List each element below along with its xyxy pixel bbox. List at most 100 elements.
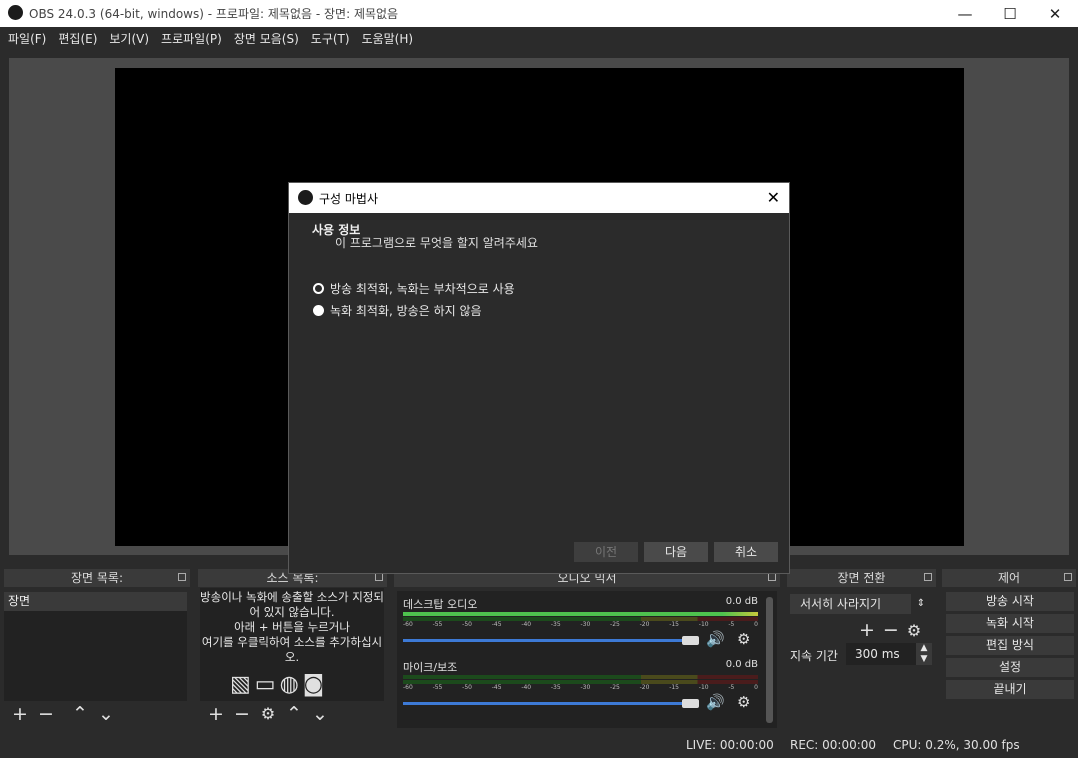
- dialog-subheading: 이 프로그램으로 무엇을 할지 알려주세요: [335, 236, 538, 250]
- sources-empty-hint: 방송이나 녹화에 송출할 소스가 지정되어 있지 않습니다. 아래 + 버튼을 …: [200, 590, 384, 664]
- image-icon: ▧: [230, 672, 251, 697]
- menu-file[interactable]: 파일(F): [2, 30, 52, 47]
- scenes-toolbar: + − ⌃ ⌄: [4, 701, 187, 727]
- speaker-icon[interactable]: 🔊: [706, 693, 725, 711]
- cancel-button[interactable]: 취소: [714, 542, 778, 562]
- float-dock-icon[interactable]: [924, 573, 932, 581]
- float-dock-icon[interactable]: [178, 573, 186, 581]
- move-up-button[interactable]: ⌃: [70, 704, 90, 724]
- scale-tick-label: -30: [580, 621, 591, 628]
- obs-logo-icon: [8, 5, 23, 20]
- radio-button[interactable]: [313, 283, 324, 294]
- meter-scale: -60 -55 -50 -45 -40 -35 -30 -25 -20 -15 -10 -5 0: [403, 621, 758, 628]
- add-transition-button[interactable]: +: [859, 619, 875, 643]
- duration-label: 지속 기간: [790, 649, 838, 663]
- duration-spinbox[interactable]: 300 ms ▲ ▼: [846, 643, 932, 665]
- scale-tick-label: -35: [550, 621, 561, 628]
- remove-source-button[interactable]: −: [232, 704, 252, 724]
- dialog-titlebar: 구성 마법사 ✕: [289, 183, 789, 213]
- option-streaming[interactable]: 방송 최적화, 녹화는 부차적으로 사용: [313, 280, 515, 297]
- option-label: 녹화 최적화, 방송은 하지 않음: [330, 304, 482, 318]
- float-dock-icon[interactable]: [1064, 573, 1072, 581]
- scale-tick-label: -5: [728, 621, 735, 628]
- volume-slider-knob[interactable]: [682, 636, 699, 645]
- add-scene-button[interactable]: +: [10, 704, 30, 724]
- menu-tools[interactable]: 도구(T): [305, 30, 356, 47]
- exit-button[interactable]: 끝내기: [946, 680, 1074, 699]
- scale-tick-label: -55: [432, 684, 443, 691]
- remove-transition-button[interactable]: −: [883, 619, 899, 643]
- obs-logo-icon: [298, 190, 313, 205]
- volume-slider[interactable]: [403, 639, 696, 642]
- source-properties-gear-icon[interactable]: ⚙: [258, 704, 278, 724]
- scenes-dock-title: 장면 목록:: [4, 569, 190, 587]
- menu-scene-collection[interactable]: 장면 모음(S): [228, 30, 305, 47]
- minimize-button[interactable]: —: [942, 0, 988, 27]
- chevron-updown-icon[interactable]: ⇕: [911, 594, 931, 614]
- scale-tick-label: -20: [639, 621, 650, 628]
- settings-button[interactable]: 설정: [946, 658, 1074, 677]
- list-item[interactable]: 장면: [4, 592, 187, 611]
- move-up-button[interactable]: ⌃: [284, 704, 304, 724]
- track-name: 데스크탑 오디오: [403, 598, 478, 611]
- scale-tick-label: -50: [462, 621, 472, 628]
- scale-tick-label: -60: [403, 621, 413, 628]
- move-down-button[interactable]: ⌄: [96, 704, 116, 724]
- remove-scene-button[interactable]: −: [36, 704, 56, 724]
- scale-tick-label: -45: [491, 621, 502, 628]
- transition-selected: 서서히 사라지기: [800, 597, 882, 611]
- gear-icon[interactable]: ⚙: [737, 630, 750, 648]
- controls-dock-label: 제어: [997, 571, 1021, 585]
- option-recording[interactable]: 녹화 최적화, 방송은 하지 않음: [313, 302, 482, 319]
- transition-properties-gear-icon[interactable]: ⚙: [907, 619, 921, 643]
- scale-tick-label: -45: [491, 684, 502, 691]
- start-recording-button[interactable]: 녹화 시작: [946, 614, 1074, 633]
- move-down-button[interactable]: ⌄: [310, 704, 330, 724]
- window-title: OBS 24.0.3 (64-bit, windows) - 프로파일: 제목없…: [29, 7, 399, 21]
- add-source-button[interactable]: +: [206, 704, 226, 724]
- duration-value: 300 ms: [855, 647, 900, 661]
- scale-tick-label: 0: [754, 684, 758, 691]
- sources-list[interactable]: 방송이나 녹화에 송출할 소스가 지정되어 있지 않습니다. 아래 + 버튼을 …: [200, 588, 384, 701]
- camera-icon: ◙: [302, 672, 325, 697]
- studio-mode-button[interactable]: 편집 방식: [946, 636, 1074, 655]
- scale-tick-label: -10: [698, 684, 709, 691]
- spinbox-arrows-icon[interactable]: ▲ ▼: [916, 643, 932, 665]
- back-button[interactable]: 이전: [574, 542, 638, 562]
- scale-tick-label: -30: [580, 684, 591, 691]
- globe-icon: ◍: [279, 672, 299, 697]
- volume-meter: [403, 675, 758, 679]
- mixer-track-mic: 마이크/보조 0.0 dB -60 -55 -50 -45 -40 -35 -30 -25 -2…: [400, 659, 760, 719]
- scale-tick-label: -60: [403, 684, 413, 691]
- speaker-icon[interactable]: 🔊: [706, 630, 725, 648]
- menu-profile[interactable]: 프로파일(P): [155, 30, 228, 47]
- start-streaming-button[interactable]: 방송 시작: [946, 592, 1074, 611]
- status-rec: REC: 00:00:00: [790, 738, 877, 752]
- volume-slider[interactable]: [403, 702, 696, 705]
- maximize-button[interactable]: ☐: [987, 0, 1033, 27]
- next-button[interactable]: 다음: [644, 542, 708, 562]
- mixer-scrollbar[interactable]: [766, 597, 773, 723]
- scale-tick-label: -15: [669, 621, 680, 628]
- scale-tick-label: -15: [669, 684, 680, 691]
- transition-toolbar: + − ⚙: [859, 619, 921, 643]
- menu-view[interactable]: 보기(V): [103, 30, 155, 47]
- close-button[interactable]: ✕: [1032, 0, 1078, 27]
- scale-tick-label: -40: [521, 621, 532, 628]
- radio-button[interactable]: [313, 305, 324, 316]
- scenes-list[interactable]: 장면: [4, 592, 187, 701]
- volume-slider-knob[interactable]: [682, 699, 699, 708]
- dialog-close-button[interactable]: ✕: [767, 188, 780, 207]
- gear-icon[interactable]: ⚙: [737, 693, 750, 711]
- transition-select[interactable]: 서서히 사라지기 ⇕: [790, 594, 931, 614]
- float-dock-icon[interactable]: [375, 573, 383, 581]
- scale-tick-label: -25: [610, 621, 620, 628]
- meter-scale: -60 -55 -50 -45 -40 -35 -30 -25 -20 -15 -10 -5 0: [403, 684, 758, 691]
- float-dock-icon[interactable]: [768, 573, 776, 581]
- transitions-dock-label: 장면 전환: [837, 571, 886, 585]
- menu-edit[interactable]: 편집(E): [52, 30, 103, 47]
- scale-tick-label: -55: [432, 621, 443, 628]
- menu-help[interactable]: 도움말(H): [356, 30, 420, 47]
- scale-tick-label: 0: [754, 621, 758, 628]
- menu-bar: 파일(F) 편집(E) 보기(V) 프로파일(P) 장면 모음(S) 도구(T)…: [0, 27, 1078, 50]
